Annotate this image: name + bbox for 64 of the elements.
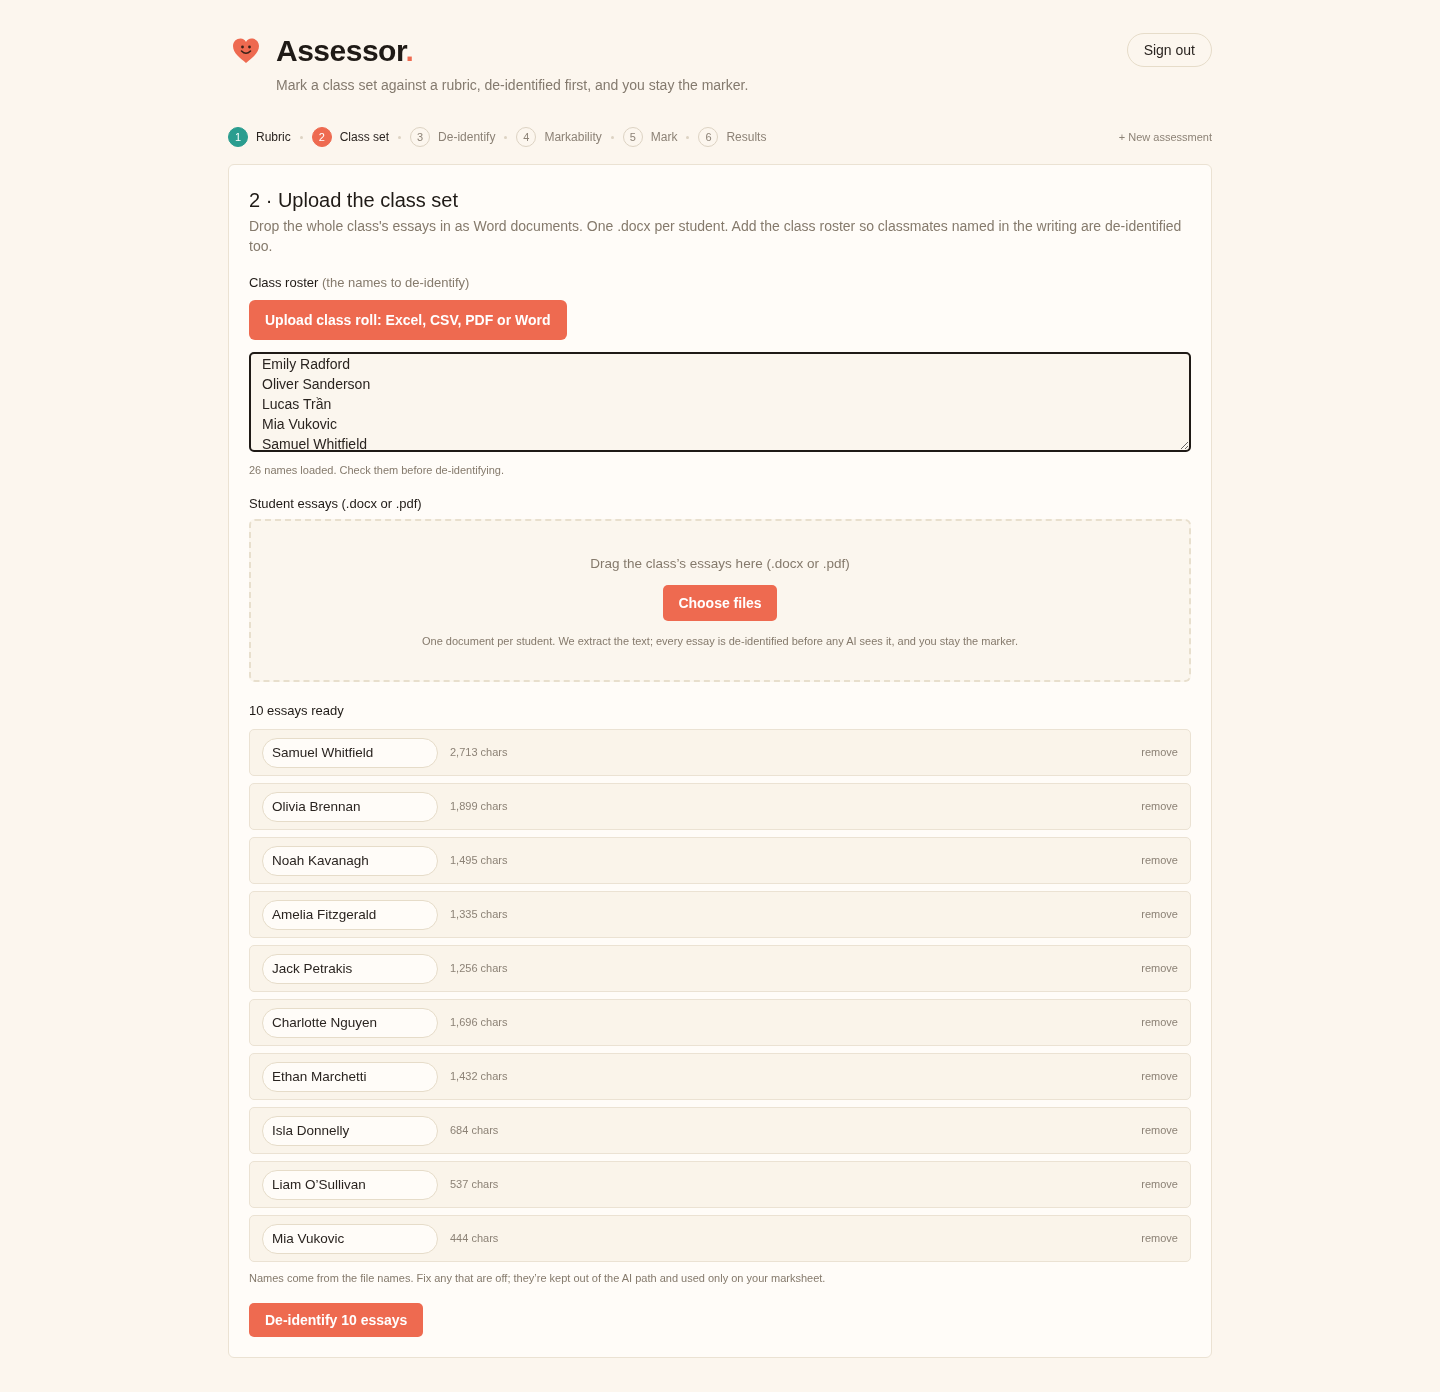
student-name-field[interactable]: Ethan Marchetti bbox=[262, 1061, 438, 1092]
student-name-field[interactable]: Jack Petrakis bbox=[262, 953, 438, 984]
step-label: Rubric bbox=[256, 129, 291, 146]
char-count: 444 chars bbox=[450, 1231, 499, 1247]
step-tab[interactable]: 1 Rubric bbox=[228, 127, 291, 147]
step-number: 1 bbox=[228, 127, 248, 147]
drop-zone[interactable]: Drag the class’s essays here (.docx or .pdf) Choose files One document per student. We extract the text; every essay is de-identified before any AI sees it, and you stay the marker. bbox=[249, 519, 1191, 682]
student-name-field[interactable]: Noah Kavanagh bbox=[262, 845, 438, 876]
remove-link[interactable]: remove bbox=[1141, 1122, 1178, 1139]
char-count: 1,432 chars bbox=[450, 1069, 508, 1085]
step-tab[interactable]: 2 Class set bbox=[311, 127, 390, 147]
panel-title: 2 · Upload the class set bbox=[249, 188, 459, 213]
student-name-field[interactable]: Isla Donnelly bbox=[262, 1115, 438, 1146]
remove-link[interactable]: remove bbox=[1141, 1230, 1178, 1247]
panel-description: Drop the whole class's essays in as Word documents. One .docx per student. Add the class roster so classmates named in the writing are de-identified too. bbox=[249, 217, 1183, 256]
step-tab[interactable]: 4 Markability bbox=[516, 127, 602, 147]
char-count: 537 chars bbox=[450, 1177, 499, 1193]
roster-hint: (the names to de-identify) bbox=[322, 275, 470, 290]
sign-out-button[interactable]: Sign out bbox=[1126, 33, 1212, 67]
remove-link[interactable]: remove bbox=[1141, 1068, 1178, 1085]
char-count: 1,335 chars bbox=[450, 907, 508, 923]
roster-field[interactable]: Emily Radford Oliver Sanderson Lucas Trần Mia Vukovic Samuel Whitfield bbox=[249, 352, 1191, 452]
remove-link[interactable]: remove bbox=[1141, 798, 1178, 815]
roster-label: Class roster bbox=[249, 275, 319, 290]
choose-files-button[interactable]: Choose files bbox=[663, 585, 777, 621]
char-count: 1,899 chars bbox=[450, 799, 508, 815]
student-name-field[interactable]: Amelia Fitzgerald bbox=[262, 899, 438, 930]
essays-label: Student essays (.docx or .pdf) bbox=[249, 495, 423, 513]
step-label: Mark bbox=[650, 129, 678, 146]
remove-link[interactable]: remove bbox=[1141, 852, 1178, 869]
remove-link[interactable]: remove bbox=[1141, 906, 1178, 923]
step-label: Markability bbox=[544, 129, 602, 146]
app-wordmark: Assessor. bbox=[276, 34, 414, 68]
remove-link[interactable]: remove bbox=[1141, 744, 1178, 761]
char-count: 2,713 chars bbox=[450, 745, 508, 761]
essays-note: Names come from the file names. Fix any that are off; they’re kept out of the AI path and used only on your marksheet. bbox=[249, 1271, 827, 1286]
roster-note: 26 names loaded. Check them before de-identifying. bbox=[249, 463, 505, 478]
student-name-field[interactable]: Charlotte Nguyen bbox=[262, 1007, 438, 1038]
step-number: 2 bbox=[311, 127, 332, 147]
new-assessment-link[interactable]: + New assessment bbox=[1118, 128, 1212, 146]
remove-link[interactable]: remove bbox=[1141, 960, 1178, 977]
student-name-field[interactable]: Olivia Brennan bbox=[262, 791, 438, 822]
char-count: 684 chars bbox=[450, 1123, 499, 1139]
essays-count: 10 essays ready bbox=[249, 702, 345, 720]
tagline: Mark a class set against a rubric, de-identified first, and you stay the marker. bbox=[276, 76, 749, 95]
step-tab[interactable]: 3 De-identify bbox=[410, 127, 496, 147]
char-count: 1,696 chars bbox=[450, 1015, 508, 1031]
step-label: Results bbox=[726, 129, 767, 146]
step-tab[interactable]: 5 Mark bbox=[622, 127, 678, 147]
char-count: 1,256 chars bbox=[450, 961, 508, 977]
step-tab[interactable]: 6 Results bbox=[698, 127, 767, 147]
upload-roll-button[interactable]: Upload class roll: Excel, CSV, PDF or Word bbox=[249, 300, 567, 340]
student-name-field[interactable]: Liam O’Sullivan bbox=[262, 1169, 438, 1200]
remove-link[interactable]: remove bbox=[1141, 1014, 1178, 1031]
de-identify-button[interactable]: De-identify 10 essays bbox=[249, 1303, 424, 1337]
step-label: De-identify bbox=[438, 129, 496, 146]
student-name-field[interactable]: Mia Vukovic bbox=[262, 1223, 438, 1254]
student-name-field[interactable]: Samuel Whitfield bbox=[262, 737, 438, 768]
smiling-heart-icon bbox=[232, 36, 260, 65]
step-label: Class set bbox=[339, 129, 390, 146]
drop-prompt: Drag the class’s essays here (.docx or .pdf) bbox=[590, 555, 850, 573]
char-count: 1,495 chars bbox=[450, 853, 508, 869]
drop-note: One document per student. We extract the text; every essay is de-identified before any AI sees it, and you stay the marker. bbox=[422, 634, 1018, 649]
remove-link[interactable]: remove bbox=[1141, 1176, 1178, 1193]
